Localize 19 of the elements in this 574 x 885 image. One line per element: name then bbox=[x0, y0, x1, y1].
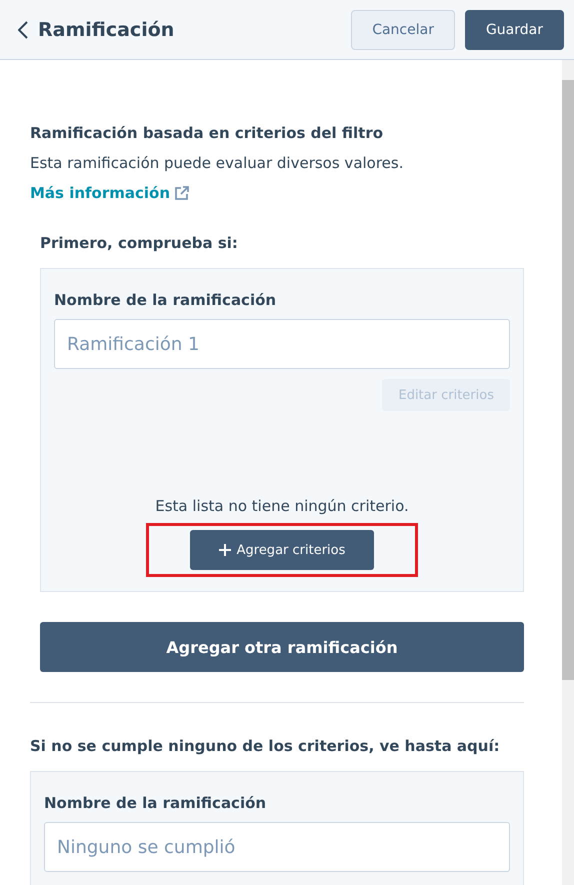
back-icon[interactable] bbox=[18, 20, 28, 38]
field-label: Nombre de la ramificación bbox=[44, 794, 268, 812]
add-criteria-button[interactable]: Agregar criterios bbox=[190, 530, 374, 570]
section-heading: Ramificación basada en criterios del filtro bbox=[30, 124, 384, 142]
save-button[interactable]: Guardar bbox=[464, 10, 564, 50]
fallback-label: Si no se cumple ninguno de los criterios, ve hasta aquí: bbox=[30, 737, 501, 755]
more-info-link[interactable]: Más información bbox=[30, 178, 190, 208]
external-link-icon bbox=[174, 185, 190, 201]
section-description: Esta ramificación puede evaluar diversos valores. Más información bbox=[30, 148, 524, 208]
page-title: Ramificación bbox=[38, 18, 176, 40]
branch-name-field[interactable]: Ramificación 1 bbox=[54, 319, 510, 369]
plus-icon bbox=[218, 544, 231, 556]
add-branch-button[interactable]: Agregar otra ramificación bbox=[40, 622, 524, 672]
field-label: Nombre de la ramificación bbox=[54, 291, 278, 309]
scrollbar[interactable] bbox=[562, 60, 574, 885]
empty-message: Esta lista no tiene ningún criterio. bbox=[154, 497, 410, 515]
check-label: Primero, comprueba si: bbox=[40, 234, 239, 252]
cancel-button[interactable]: Cancelar bbox=[351, 10, 455, 50]
fallback-name-field[interactable]: Ninguno se cumplió bbox=[44, 822, 510, 872]
